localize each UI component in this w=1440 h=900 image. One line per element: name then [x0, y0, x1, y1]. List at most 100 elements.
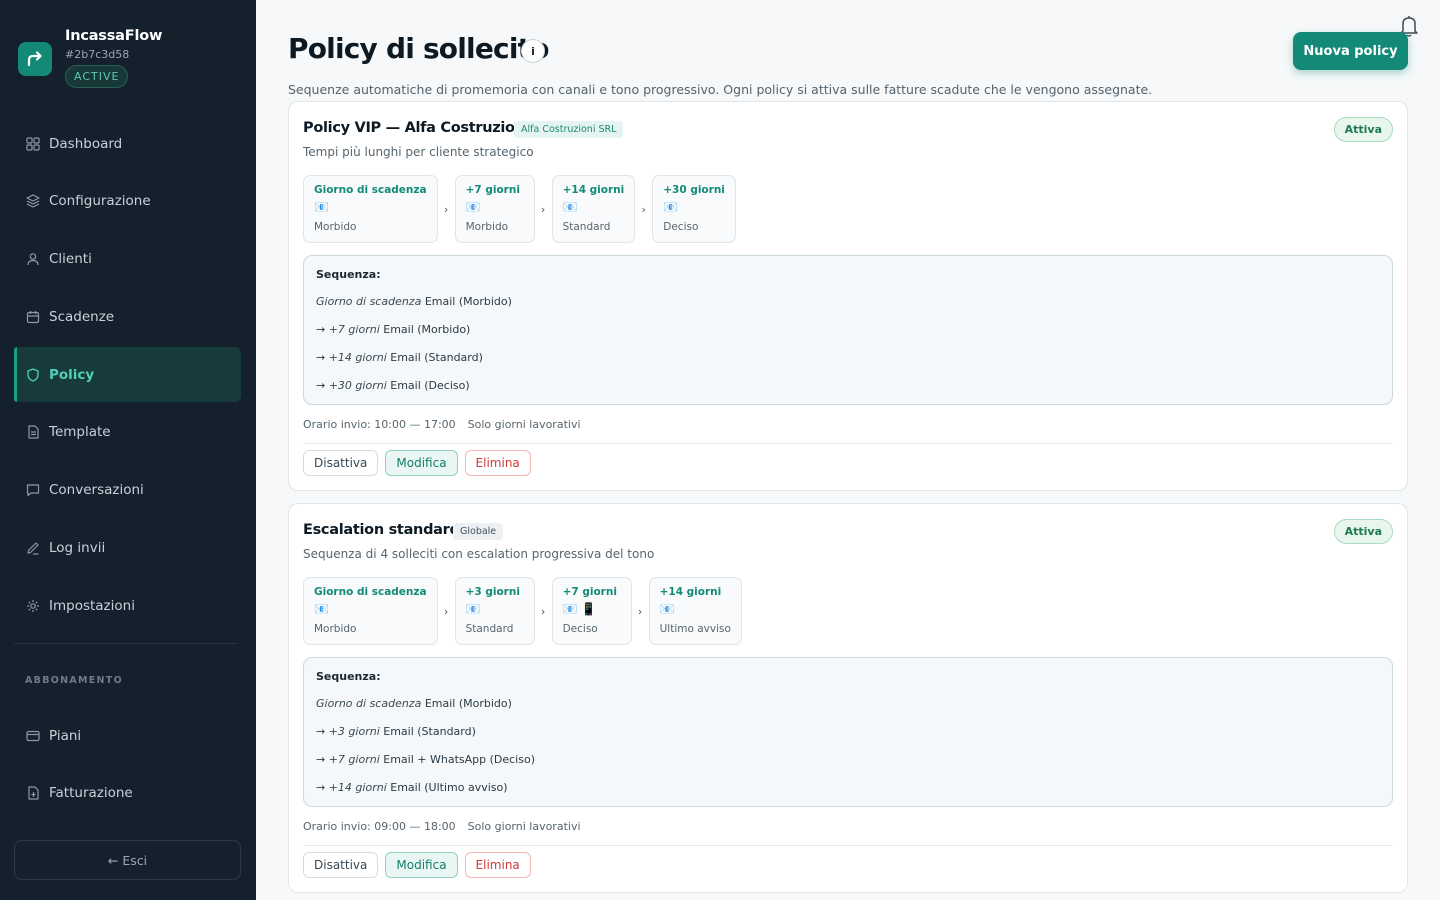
sequence-line: Giorno di scadenza Email (Morbido) [316, 697, 512, 710]
sequence-line: → +14 giorni Email (Standard) [316, 351, 483, 364]
delete-button[interactable]: Elimina [464, 450, 531, 476]
sidebar-divider [14, 643, 237, 644]
sidebar-item-label: Dashboard [49, 135, 123, 152]
policy-description: Tempi più lunghi per cliente strategico [303, 145, 534, 159]
email-icon: 📧 [314, 200, 329, 214]
sidebar-item-label: Scadenze [49, 308, 115, 325]
disable-button[interactable]: Disattiva [303, 450, 379, 476]
grid-icon [25, 136, 40, 151]
policy-scope-badge: Alfa Costruzioni SRL [514, 121, 624, 138]
sequence-box: Sequenza: Giorno di scadenza Email (Morb… [303, 657, 1393, 807]
sequence-line: → +3 giorni Email (Standard) [316, 725, 476, 738]
status-badge: Attiva [1333, 519, 1393, 544]
step-tone: Deciso [663, 221, 699, 233]
chevron-right-icon: › [540, 202, 546, 216]
info-icon[interactable]: i [521, 39, 545, 63]
sidebar-nav: Dashboard Configurazione Clienti Scadenz… [14, 116, 241, 636]
sidebar-item-label: Template [49, 424, 111, 441]
step-card: Giorno di scadenza 📧 Morbido [303, 175, 438, 243]
step-tone: Standard [562, 221, 611, 233]
sidebar-item-fatturazione[interactable]: Fatturazione [14, 766, 241, 821]
pencil-icon [25, 541, 40, 556]
sidebar: IncassaFlow #2b7c3d58 ACTIVE Dashboard C… [0, 0, 256, 900]
invoice-icon [25, 786, 40, 801]
sequence-line: → +30 giorni Email (Deciso) [316, 379, 470, 392]
section-label-abbonamento: ABBONAMENTO [25, 675, 123, 686]
sidebar-item-log-invii[interactable]: Log invii [14, 521, 241, 576]
status-badge: ACTIVE [65, 65, 129, 88]
sidebar-item-impostazioni[interactable]: Impostazioni [14, 578, 241, 633]
step-tone: Standard [465, 623, 514, 635]
sidebar-item-label: Conversazioni [49, 482, 144, 499]
step-tone: Morbido [314, 623, 357, 635]
email-icon: 📧 [562, 200, 578, 214]
step-card: +7 giorni 📧 Morbido [454, 175, 535, 243]
sidebar-item-label: Configurazione [49, 193, 151, 210]
step-when: +7 giorni [465, 184, 520, 196]
step-when: +30 giorni [663, 184, 725, 196]
step-card: +7 giorni 📧 📱 Deciso [551, 577, 632, 645]
redirect-arrow-icon [27, 51, 42, 67]
sidebar-item-conversazioni[interactable]: Conversazioni [14, 463, 241, 518]
page-title: Policy di sollecito [288, 32, 549, 65]
sidebar-item-piani[interactable]: Piani [14, 708, 241, 763]
step-when: Giorno di scadenza [314, 184, 427, 196]
email-icon: 📧 [465, 200, 481, 214]
email-icon: 📧 [659, 602, 675, 616]
email-icon: 📧 [663, 200, 679, 214]
step-card: Giorno di scadenza 📧 Morbido [303, 577, 438, 645]
email-icon: 📧 [465, 602, 481, 616]
chevron-right-icon: › [443, 604, 449, 618]
policy-meta: Orario invio: 09:00 — 18:00 Solo giorni l… [303, 820, 581, 833]
page-subtitle: Sequenze automatiche di promemoria con c… [288, 82, 1153, 97]
sequence-box: Sequenza: Giorno di scadenza Email (Morb… [303, 255, 1393, 405]
workdays-only: Solo giorni lavorativi [467, 820, 581, 833]
card-divider [303, 845, 1393, 846]
email-icon: 📧 [314, 602, 329, 616]
sidebar-item-label: Fatturazione [49, 785, 133, 802]
policy-card: Policy VIP — Alfa Costruzioni Alfa Costr… [288, 101, 1408, 491]
sidebar-item-dashboard[interactable]: Dashboard [14, 116, 241, 171]
brand: IncassaFlow #2b7c3d58 ACTIVE [18, 26, 162, 88]
chevron-right-icon: › [443, 202, 449, 216]
policy-meta: Orario invio: 10:00 — 17:00 Solo giorni l… [303, 418, 581, 431]
new-policy-button[interactable]: Nuova policy [1293, 32, 1408, 70]
sidebar-item-clienti[interactable]: Clienti [14, 232, 241, 287]
workdays-only: Solo giorni lavorativi [467, 418, 581, 431]
status-badge: Attiva [1333, 117, 1393, 142]
policy-name: Policy VIP — Alfa Costruzioni [303, 120, 530, 136]
main-content: Policy di sollecito i Nuova policy Seque… [256, 0, 1440, 900]
step-card: +14 giorni 📧 Ultimo avviso [648, 577, 742, 645]
sidebar-item-template[interactable]: Template [14, 405, 241, 460]
chevron-right-icon: › [637, 604, 643, 618]
logo [18, 42, 52, 76]
chevron-right-icon: › [641, 202, 646, 216]
step-card: +30 giorni 📧 Deciso [652, 175, 736, 243]
sidebar-item-configurazione[interactable]: Configurazione [14, 174, 241, 229]
delete-button[interactable]: Elimina [464, 852, 531, 878]
logout-button[interactable]: ← Esci [14, 840, 241, 880]
step-tone: Deciso [562, 623, 598, 635]
policy-scope-badge: Globale [453, 523, 504, 540]
shield-icon [25, 367, 40, 382]
card-icon [25, 728, 40, 743]
disable-button[interactable]: Disattiva [303, 852, 379, 878]
subscription-nav: Piani Fatturazione [14, 708, 241, 824]
policy-description: Sequenza di 4 solleciti con escalation p… [303, 547, 655, 561]
edit-button[interactable]: Modifica [385, 852, 458, 878]
brand-name: IncassaFlow [65, 28, 163, 44]
sequence-title: Sequenza: [316, 670, 381, 683]
sidebar-item-scadenze[interactable]: Scadenze [14, 289, 241, 344]
sequence-line: → +7 giorni Email (Morbido) [316, 323, 471, 336]
sequence-line: Giorno di scadenza Email (Morbido) [316, 295, 512, 308]
step-tone: Morbido [314, 221, 357, 233]
step-card: +14 giorni 📧 Standard [551, 175, 636, 243]
sidebar-item-label: Clienti [49, 251, 92, 268]
policy-actions: Disattiva Modifica Elimina [303, 852, 538, 878]
sidebar-item-policy[interactable]: Policy [14, 347, 241, 403]
user-icon [25, 252, 40, 267]
step-when: +3 giorni [465, 586, 520, 598]
sidebar-item-label: Log invii [49, 540, 106, 557]
edit-button[interactable]: Modifica [385, 450, 458, 476]
send-window: Orario invio: 10:00 — 17:00 [303, 418, 456, 431]
